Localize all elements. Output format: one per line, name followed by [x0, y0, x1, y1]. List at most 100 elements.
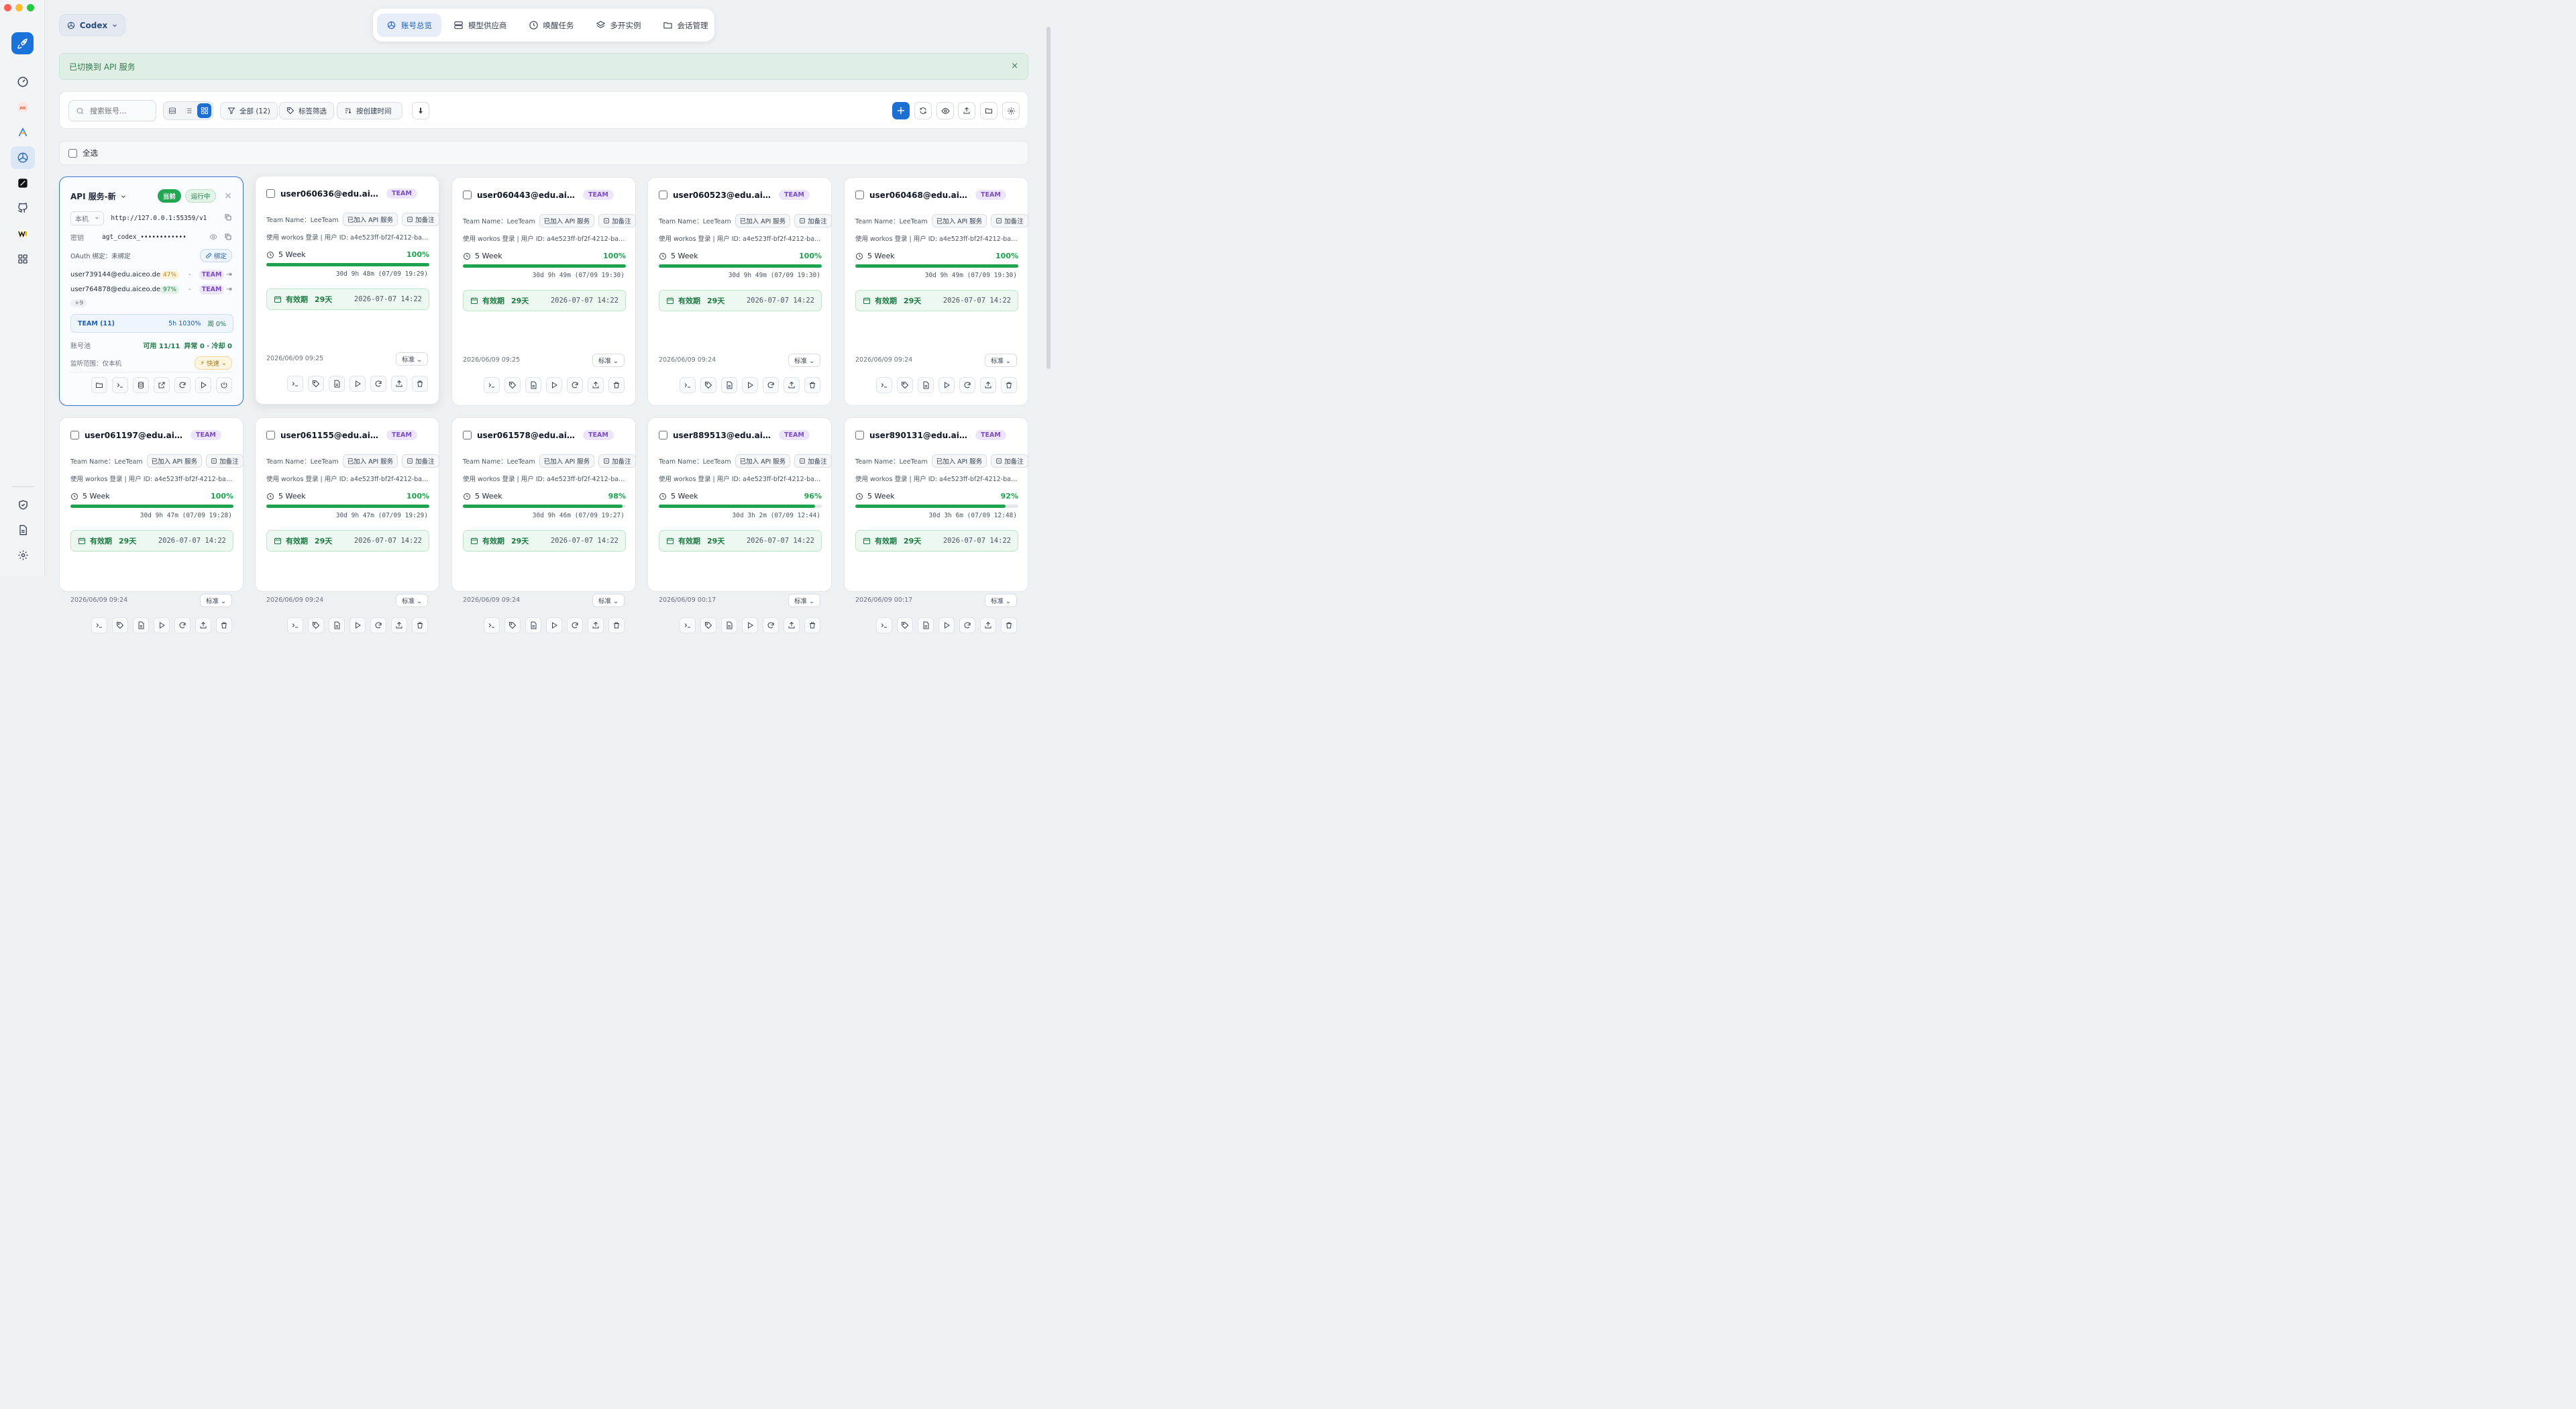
view-list-button[interactable]	[181, 103, 195, 118]
details-button[interactable]	[721, 377, 737, 393]
export-button[interactable]	[784, 617, 800, 633]
github-icon[interactable]	[11, 197, 35, 219]
add-account-button[interactable]: +	[892, 102, 910, 119]
details-button[interactable]	[525, 377, 541, 393]
details-button[interactable]	[721, 617, 737, 633]
export-button[interactable]	[980, 617, 996, 633]
shield-icon[interactable]	[11, 493, 35, 516]
tag-filter-button[interactable]: 标签筛选	[279, 102, 334, 119]
apps-grid-icon[interactable]	[11, 248, 35, 270]
tag-button[interactable]	[504, 617, 521, 633]
refresh-button[interactable]	[914, 102, 932, 119]
minimize-window-button[interactable]	[15, 4, 23, 11]
details-button[interactable]	[918, 377, 934, 393]
delete-button[interactable]	[216, 617, 232, 633]
account-checkbox[interactable]	[855, 431, 864, 439]
play-button[interactable]	[742, 617, 758, 633]
settings-button[interactable]	[1002, 102, 1020, 119]
add-note-button[interactable]: 加备注	[598, 214, 636, 227]
export-button[interactable]	[195, 617, 211, 633]
open-folder-button[interactable]	[91, 377, 107, 393]
antigravity-icon[interactable]	[11, 121, 35, 144]
delete-button[interactable]	[608, 617, 625, 633]
play-button[interactable]	[938, 617, 955, 633]
play-button[interactable]	[154, 617, 170, 633]
tag-button[interactable]	[700, 617, 716, 633]
logout-icon[interactable]: ⇥	[226, 271, 231, 278]
refresh-button[interactable]	[763, 617, 779, 633]
copy-key-icon[interactable]	[224, 233, 232, 243]
delete-button[interactable]	[1001, 617, 1017, 633]
settings-gear-icon[interactable]	[11, 543, 35, 566]
delete-button[interactable]	[412, 617, 428, 633]
account-checkbox[interactable]	[70, 431, 79, 439]
tag-button[interactable]	[700, 377, 716, 393]
terminal-button[interactable]	[287, 376, 303, 392]
tier-select[interactable]: 标准 ⌄	[592, 594, 625, 607]
add-note-button[interactable]: 加备注	[991, 214, 1028, 227]
account-checkbox[interactable]	[266, 189, 275, 198]
tier-select[interactable]: 标准 ⌄	[395, 594, 428, 607]
banner-close-button[interactable]: ×	[1011, 61, 1018, 71]
export-button[interactable]	[391, 376, 407, 392]
tab-multi-instances[interactable]: 多开实例	[586, 13, 651, 37]
view-compact-button[interactable]	[165, 103, 179, 118]
windsurf-icon[interactable]	[11, 222, 35, 245]
details-button[interactable]	[525, 617, 541, 633]
terminal-button[interactable]	[680, 617, 696, 633]
delete-button[interactable]	[1001, 377, 1017, 393]
export-button[interactable]	[980, 377, 996, 393]
account-checkbox[interactable]	[463, 191, 472, 199]
export-button[interactable]	[958, 102, 975, 119]
terminal-button[interactable]	[876, 617, 892, 633]
tier-select[interactable]: 标准 ⌄	[984, 594, 1017, 607]
logout-icon[interactable]: ⇥	[226, 286, 231, 293]
play-button[interactable]	[938, 377, 955, 393]
openai-codex-icon[interactable]	[11, 146, 35, 169]
play-button[interactable]	[742, 377, 758, 393]
delete-button[interactable]	[608, 377, 625, 393]
search-input[interactable]	[90, 106, 147, 115]
add-note-button[interactable]: 加备注	[991, 454, 1028, 468]
add-note-button[interactable]: 加备注	[402, 213, 439, 226]
bind-oauth-button[interactable]: 绑定	[199, 249, 232, 262]
delete-button[interactable]	[804, 377, 820, 393]
tier-select[interactable]: 标准 ⌄	[788, 354, 820, 367]
play-button[interactable]	[546, 377, 562, 393]
filter-all-button[interactable]: 全部 (12)	[220, 102, 278, 119]
tag-button[interactable]	[897, 617, 913, 633]
play-button[interactable]	[350, 617, 366, 633]
export-button[interactable]	[588, 377, 604, 393]
account-checkbox[interactable]	[266, 431, 275, 439]
power-button[interactable]	[216, 377, 232, 393]
export-button[interactable]	[784, 377, 800, 393]
tag-button[interactable]	[897, 377, 913, 393]
select-all-checkbox[interactable]	[68, 148, 77, 158]
play-button[interactable]	[350, 376, 366, 392]
delete-button[interactable]	[804, 617, 820, 633]
tier-select[interactable]: 标准 ⌄	[984, 354, 1017, 367]
tag-button[interactable]	[308, 617, 324, 633]
add-note-button[interactable]: 加备注	[794, 214, 832, 227]
terminal-button[interactable]	[91, 617, 107, 633]
tier-select[interactable]: 标准 ⌄	[788, 594, 820, 607]
add-note-button[interactable]: 加备注	[402, 454, 439, 468]
tier-select[interactable]: 标准 ⌄	[592, 354, 625, 367]
scrollbar[interactable]	[1046, 27, 1051, 369]
details-button[interactable]	[329, 376, 345, 392]
terminal-button[interactable]	[484, 617, 500, 633]
tab-session-management[interactable]: 会话管理	[653, 13, 718, 37]
close-window-button[interactable]	[4, 4, 11, 11]
document-icon[interactable]	[11, 519, 35, 541]
terminal-button[interactable]	[112, 377, 128, 393]
database-button[interactable]	[133, 377, 149, 393]
visibility-button[interactable]	[936, 102, 954, 119]
export-button[interactable]	[588, 617, 604, 633]
add-note-button[interactable]: 加备注	[598, 454, 636, 468]
refresh-button[interactable]	[763, 377, 779, 393]
details-button[interactable]	[329, 617, 345, 633]
refresh-button[interactable]	[370, 617, 386, 633]
dashboard-icon[interactable]	[11, 70, 35, 93]
account-checkbox[interactable]	[463, 431, 472, 439]
app-switcher[interactable]: Codex	[59, 14, 125, 36]
